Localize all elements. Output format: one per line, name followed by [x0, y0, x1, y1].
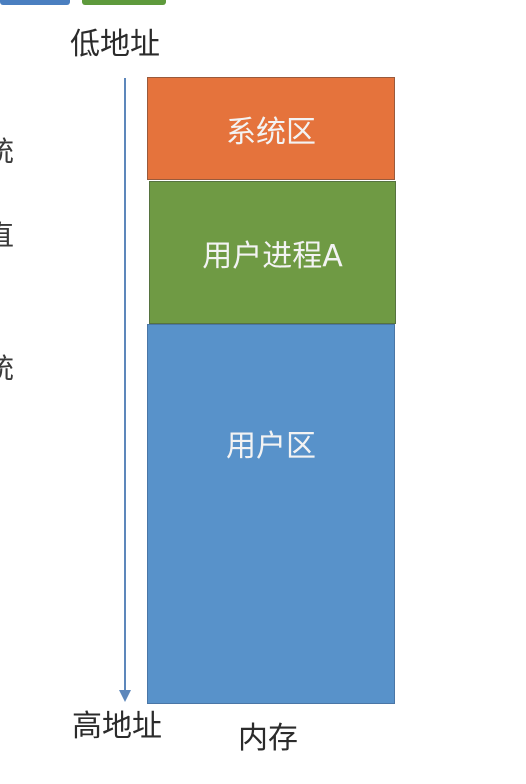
system-area-label: 系统区	[226, 114, 316, 150]
clipped-left-char: 统	[0, 352, 15, 385]
system-area-block: 系统区	[147, 77, 395, 180]
user-area-label: 用户区	[226, 429, 316, 464]
arrow-head	[119, 690, 131, 702]
user-process-a-label: 用户进程A	[202, 238, 343, 274]
high-address-label: 高地址	[72, 709, 162, 744]
clipped-left-char: 统	[0, 135, 15, 168]
user-area-block: 用户区	[147, 324, 395, 704]
top-tab-blue	[0, 0, 70, 5]
low-address-label: 低地址	[70, 27, 160, 62]
memory-label: 内存	[238, 721, 298, 756]
clipped-left-char: 直	[0, 219, 15, 252]
address-direction-arrow	[119, 78, 131, 702]
top-tab-green	[82, 0, 166, 5]
user-process-a-block: 用户进程A	[149, 181, 396, 324]
